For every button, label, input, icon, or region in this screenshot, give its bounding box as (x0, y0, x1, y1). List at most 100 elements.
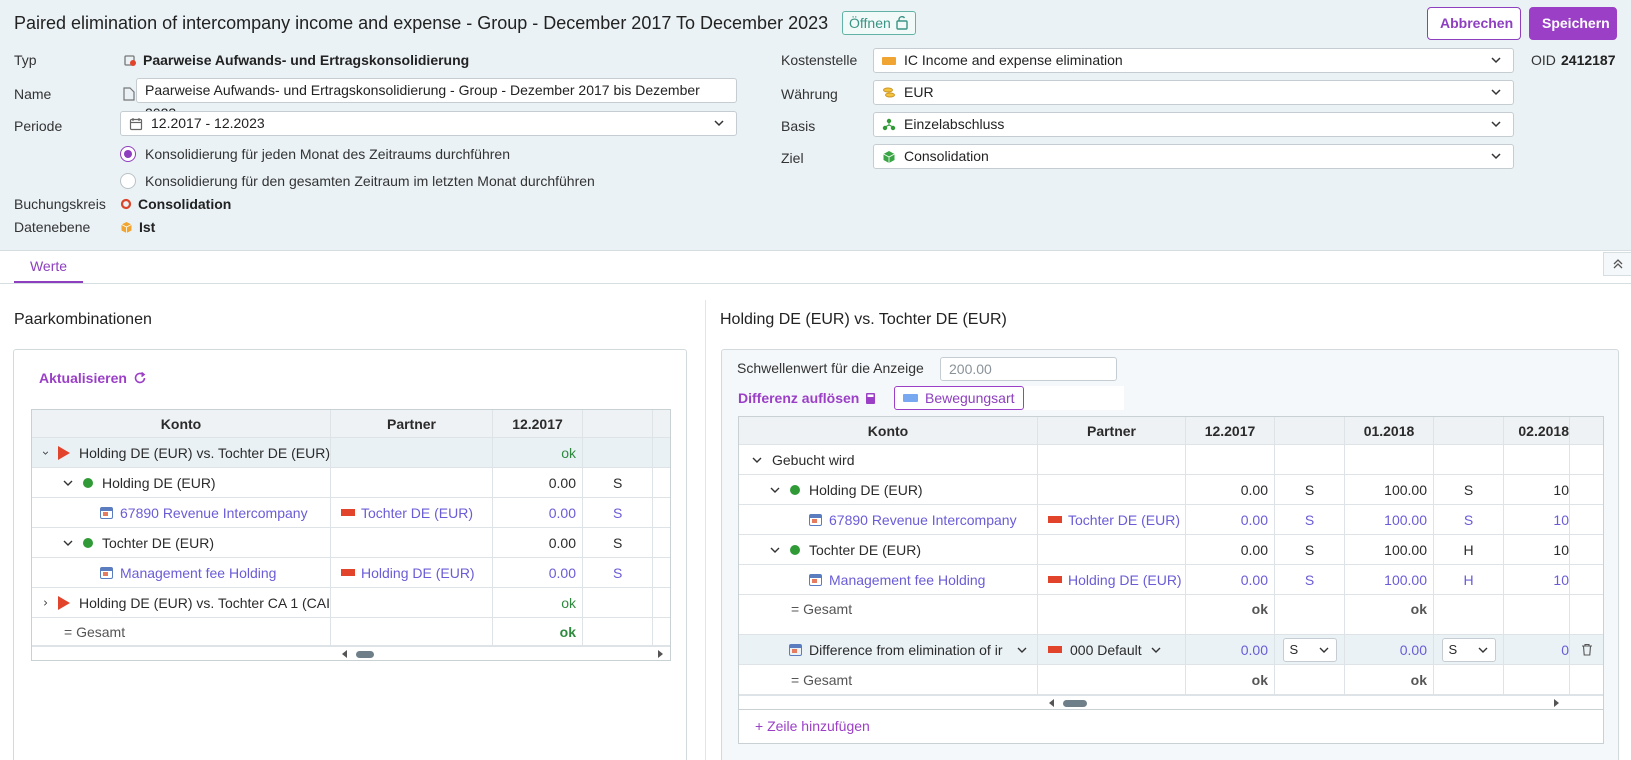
cube-icon (883, 150, 895, 163)
debit-credit-select[interactable]: S (1282, 637, 1337, 662)
basis-label: Basis (781, 118, 816, 134)
cube-icon (121, 221, 132, 233)
total-row: = Gesamt ok ok (739, 665, 1603, 695)
table-row[interactable]: Tochter DE (EUR) 0.00 S (32, 528, 670, 558)
difference-row[interactable]: Difference from elimination of ir 000 De… (739, 635, 1603, 665)
status-label: Öffnen (849, 15, 891, 31)
chevron-down-icon[interactable] (42, 447, 49, 459)
radio-whole-period[interactable]: Konsolidierung für den gesamten Zeitraum… (120, 173, 595, 189)
periode-label: Periode (14, 118, 63, 134)
chevron-down-icon (1319, 647, 1328, 653)
waehrung-select[interactable]: EUR (873, 80, 1514, 105)
horizontal-scrollbar[interactable] (739, 695, 1603, 709)
save-button[interactable]: Speichern (1529, 7, 1617, 40)
right-section-title: Holding DE (EUR) vs. Tochter DE (EUR) (720, 311, 1007, 328)
consolidation-type-icon (124, 55, 136, 66)
chevron-down-icon[interactable] (769, 544, 781, 556)
account-icon (809, 573, 822, 586)
table-row[interactable]: Management fee Holding Holding DE (EUR) … (32, 558, 670, 588)
radio-dot[interactable] (120, 173, 136, 189)
chevron-down-icon[interactable] (1016, 644, 1028, 656)
chevron-down-icon[interactable] (62, 477, 74, 489)
chevron-down-icon (1478, 647, 1487, 653)
tab-werte[interactable]: Werte (14, 252, 83, 283)
radio-each-month[interactable]: Konsolidierung für jeden Monat des Zeitr… (120, 146, 510, 162)
table-row[interactable]: Holding DE (EUR) vs. Tochter DE (EUR) ok (32, 438, 670, 468)
divider (705, 300, 706, 760)
table-row[interactable]: 67890 Revenue Intercompany Tochter DE (E… (32, 498, 670, 528)
add-row-button[interactable]: + Zeile hinzufügen (755, 718, 870, 734)
col-period-2[interactable]: 01.2018 (1345, 417, 1434, 444)
partner-flag-icon (1048, 646, 1062, 653)
datenebene-value: Ist (120, 219, 155, 235)
table-row[interactable]: Tochter DE (EUR) 0.00 S 100.00 H 10 (739, 535, 1603, 565)
chevron-down-icon[interactable] (62, 537, 74, 549)
ziel-label: Ziel (781, 150, 804, 166)
table-row[interactable]: 67890 Revenue Intercompany Tochter DE (E… (739, 505, 1603, 535)
col-period-3[interactable]: 02.2018 (1504, 417, 1570, 444)
total-row: = Gesamt ok (32, 618, 670, 646)
coins-icon (883, 87, 895, 97)
movement-type-icon (903, 394, 918, 402)
page-title: Paired elimination of intercompany incom… (14, 13, 829, 33)
document-icon (123, 87, 135, 101)
oid-label: OID (1531, 52, 1556, 68)
table-row[interactable]: Management fee Holding Holding DE (EUR) … (739, 565, 1603, 595)
refresh-button[interactable]: Aktualisieren (39, 370, 147, 386)
right-panel: Schwellenwert für die Anzeige 200.00 Dif… (721, 349, 1619, 760)
header-panel: Paired elimination of intercompany incom… (0, 0, 1631, 251)
kostenstelle-select[interactable]: IC Income and expense elimination (873, 48, 1514, 73)
threshold-input[interactable]: 200.00 (940, 357, 1117, 381)
total-row: = Gesamt ok ok (739, 595, 1603, 635)
radio-dot-selected[interactable] (120, 146, 136, 162)
account-icon (100, 506, 113, 519)
kostenstelle-label: Kostenstelle (781, 52, 858, 68)
movement-type-chip[interactable]: Bewegungsart (894, 386, 1024, 410)
name-input[interactable]: Paarweise Aufwands- und Ertragskonsolidi… (136, 78, 737, 121)
resolve-difference-button[interactable]: Differenz auflösen (738, 390, 876, 406)
scroll-left-icon[interactable] (342, 650, 347, 658)
periode-select[interactable]: 12.2017 - 12.2023 (120, 111, 737, 136)
chevron-down-icon[interactable] (751, 454, 763, 466)
tab-bar: Werte (0, 252, 1631, 284)
chevron-right-icon[interactable] (42, 597, 49, 609)
left-panel: Aktualisieren Konto Partner 12.2017 Hold… (13, 349, 687, 760)
scroll-left-icon[interactable] (1049, 699, 1054, 707)
debit-credit-select[interactable]: S (1441, 637, 1496, 662)
col-konto[interactable]: Konto (32, 410, 331, 437)
status-badge[interactable]: Öffnen (842, 11, 916, 35)
col-period-1[interactable]: 12.2017 (1186, 417, 1275, 444)
ziel-select[interactable]: Consolidation (873, 144, 1514, 169)
ring-icon (120, 198, 132, 210)
scroll-thumb[interactable] (356, 651, 374, 658)
refresh-icon (134, 371, 146, 384)
chevron-down-icon[interactable] (769, 484, 781, 496)
table-row[interactable]: Holding DE (EUR) vs. Tochter CA 1 (CAI o… (32, 588, 670, 618)
table-row[interactable]: Holding DE (EUR) 0.00 S 100.00 S 10 (739, 475, 1603, 505)
col-period[interactable]: 12.2017 (493, 410, 583, 437)
scroll-right-icon[interactable] (658, 650, 663, 658)
lock-open-icon (896, 16, 908, 30)
partner-flag-icon (1048, 576, 1062, 583)
trash-icon[interactable] (1581, 643, 1593, 656)
buchungskreis-value: Consolidation (120, 196, 231, 212)
col-blank (583, 410, 653, 437)
chevron-down-icon (1491, 153, 1501, 160)
account-icon (100, 566, 113, 579)
col-partner[interactable]: Partner (1038, 417, 1186, 444)
horizontal-scrollbar[interactable] (32, 646, 670, 660)
table-row[interactable]: Gebucht wird (739, 445, 1603, 475)
basis-select[interactable]: Einzelabschluss (873, 112, 1514, 137)
company-dot-icon (83, 537, 93, 548)
pair-icon (57, 445, 70, 460)
scroll-thumb[interactable] (1063, 700, 1087, 707)
table-row[interactable]: Holding DE (EUR) 0.00 S (32, 468, 670, 498)
calculator-icon (866, 392, 876, 404)
partner-select[interactable]: 000 Default (1038, 635, 1186, 664)
col-partner[interactable]: Partner (331, 410, 493, 437)
cancel-button[interactable]: Abbrechen (1427, 7, 1521, 40)
typ-label: Typ (14, 52, 37, 68)
scroll-right-icon[interactable] (1554, 699, 1559, 707)
col-konto[interactable]: Konto (739, 417, 1038, 444)
collapse-button[interactable] (1603, 252, 1631, 276)
